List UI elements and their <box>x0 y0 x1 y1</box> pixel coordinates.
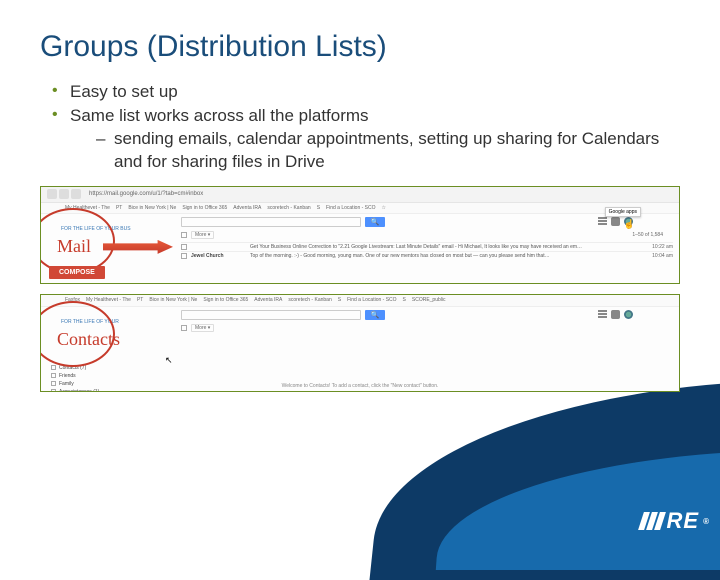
browser-chrome: https://mail.google.com/u/1/?tab=cm#inbo… <box>41 187 679 203</box>
reload-icon <box>59 189 69 199</box>
search-button[interactable]: 🔍 <box>365 217 385 227</box>
mail-row[interactable]: Get Your Business Online Correction to "… <box>181 242 673 251</box>
screenshot-contacts: Faxfox My Healthevet - The PT Bice in Ne… <box>40 294 680 392</box>
contacts-toolbar: More ▾ <box>181 324 673 332</box>
background-swoosh <box>380 380 720 580</box>
brand-logo: RE® <box>641 508 710 534</box>
apps-icon[interactable] <box>598 310 607 319</box>
group-item[interactable]: Friends <box>51 372 99 380</box>
search-input[interactable] <box>181 217 361 227</box>
bullet-2: Same list works across all the platforms… <box>48 106 680 174</box>
brand-text: RE <box>667 508 700 534</box>
apps-tooltip: Google apps <box>605 207 641 217</box>
cursor-arrow-icon: ↖ <box>165 355 173 366</box>
pagination-count: 1–50 of 1,584 <box>632 232 673 238</box>
sub-bullet-1: sending emails, calendar appointments, s… <box>92 128 680 174</box>
compose-button[interactable]: COMPOSE <box>49 266 105 279</box>
bookmarks-bar: Faxfox My Healthevet - The PT Bice in Ne… <box>41 295 679 307</box>
select-all-checkbox[interactable] <box>181 325 187 331</box>
slide-title: Groups (Distribution Lists) <box>40 30 680 64</box>
app-label-contacts: Contacts <box>57 329 120 350</box>
app-label-mail: Mail <box>57 236 91 257</box>
cursor-hand-icon: ☝ <box>624 219 635 230</box>
search-button[interactable]: 🔍 <box>365 310 385 320</box>
group-item[interactable]: Family <box>51 380 99 388</box>
search-input[interactable] <box>181 310 361 320</box>
mail-toolbar: More ▾ 1–50 of 1,584 <box>181 231 673 239</box>
select-all-checkbox[interactable] <box>181 232 187 238</box>
home-icon <box>71 189 81 199</box>
back-icon <box>47 189 57 199</box>
bookmarks-bar: My Healthevet - The PT Bice in New York … <box>41 203 679 214</box>
more-dropdown[interactable]: More ▾ <box>191 324 214 332</box>
welcome-text: Welcome to Contacts! To add a contact, c… <box>282 383 439 389</box>
group-item[interactable]: Acquaintances (1) <box>51 388 99 392</box>
avatar[interactable] <box>624 310 633 319</box>
row-checkbox[interactable] <box>181 253 187 259</box>
url-text: https://mail.google.com/u/1/?tab=cm#inbo… <box>89 191 203 197</box>
apps-icon[interactable] <box>598 217 607 226</box>
bell-icon[interactable] <box>611 310 620 319</box>
bullet-2-text: Same list works across all the platforms <box>70 106 369 125</box>
more-dropdown[interactable]: More ▾ <box>191 231 214 239</box>
screenshot-mail: https://mail.google.com/u/1/?tab=cm#inbo… <box>40 186 680 284</box>
contact-groups-list: Contacts (7) Friends Family Acquaintance… <box>47 364 99 392</box>
row-checkbox[interactable] <box>181 244 187 250</box>
bell-icon[interactable] <box>611 217 620 226</box>
bullet-list: Easy to set up Same list works across al… <box>40 82 680 174</box>
brand-stripes-icon <box>641 512 663 530</box>
mail-row[interactable]: Jewel Church Top of the morning. :-) - G… <box>181 251 673 260</box>
bullet-1: Easy to set up <box>48 82 680 102</box>
